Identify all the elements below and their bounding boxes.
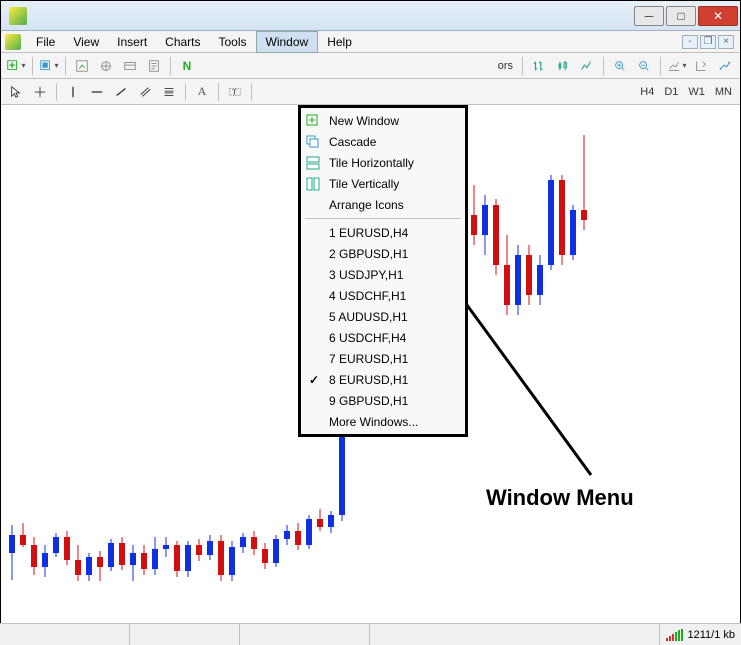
menu-window-label: 5 AUDUSD,H1 — [329, 310, 408, 324]
menu-view[interactable]: View — [64, 32, 108, 52]
toolbar-drawing: A T H4 D1 W1 MN — [1, 79, 740, 105]
market-watch-button[interactable] — [71, 55, 93, 77]
menu-help[interactable]: Help — [318, 32, 361, 52]
menu-window-label: 4 USDCHF,H1 — [329, 289, 406, 303]
new-order-button[interactable]: N — [176, 55, 198, 77]
crosshair-button[interactable] — [29, 81, 51, 103]
menu-separator — [305, 218, 461, 219]
doc-close-button[interactable]: × — [718, 35, 734, 49]
menu-tile-vertically[interactable]: Tile Vertically — [301, 173, 465, 194]
toolbar-main: N ors — [1, 53, 740, 79]
menu-window-3[interactable]: 3 USDJPY,H1 — [301, 264, 465, 285]
chart-shift-button[interactable] — [690, 55, 712, 77]
menu-tools[interactable]: Tools — [210, 32, 256, 52]
menu-window-label: 9 GBPUSD,H1 — [329, 394, 408, 408]
tile-h-icon — [305, 155, 321, 171]
menu-window-8[interactable]: 8 EURUSD,H1 — [301, 369, 465, 390]
titlebar: ─ □ ✕ — [1, 1, 740, 31]
status-cell-4 — [370, 624, 660, 645]
menu-window-label: 6 USDCHF,H4 — [329, 331, 406, 345]
chart-area[interactable]: New Window Cascade Tile Horizontally Til… — [1, 105, 740, 625]
app-icon — [9, 7, 27, 25]
minimize-button[interactable]: ─ — [634, 6, 664, 26]
maximize-button[interactable]: □ — [666, 6, 696, 26]
connection-bars-icon — [666, 629, 683, 641]
menu-window-label: 1 EURUSD,H4 — [329, 226, 408, 240]
status-cell-2 — [130, 624, 240, 645]
window-controls: ─ □ ✕ — [634, 6, 738, 26]
trendline-button[interactable] — [110, 81, 132, 103]
svg-text:T: T — [232, 88, 237, 96]
menu-arrange-icons[interactable]: Arrange Icons — [301, 194, 465, 215]
partial-label: ors — [494, 60, 517, 72]
menubar: File View Insert Charts Tools Window Hel… — [1, 31, 740, 53]
profiles-button[interactable] — [38, 55, 60, 77]
cascade-icon — [305, 134, 321, 150]
horizontal-line-button[interactable] — [86, 81, 108, 103]
status-cell-3 — [240, 624, 370, 645]
menu-window-label: 2 GBPUSD,H1 — [329, 247, 408, 261]
menu-window[interactable]: Window — [256, 31, 319, 53]
menu-window-label: 3 USDJPY,H1 — [329, 268, 403, 282]
timeframe-h4[interactable]: H4 — [636, 86, 658, 98]
menu-charts[interactable]: Charts — [156, 32, 209, 52]
text-button[interactable]: A — [191, 81, 213, 103]
menu-arrange-label: Arrange Icons — [329, 198, 404, 212]
statusbar: 1211/1 kb — [0, 623, 741, 645]
doc-restore-button[interactable]: ❐ — [700, 35, 716, 49]
menu-window-4[interactable]: 4 USDCHF,H1 — [301, 285, 465, 306]
terminal-button[interactable] — [119, 55, 141, 77]
tester-button[interactable] — [143, 55, 165, 77]
status-cell-1 — [0, 624, 130, 645]
bar-chart-button[interactable] — [528, 55, 550, 77]
menu-new-window[interactable]: New Window — [301, 110, 465, 131]
candle-chart-button[interactable] — [552, 55, 574, 77]
menu-tile-h-label: Tile Horizontally — [329, 156, 414, 170]
menu-window-label: 8 EURUSD,H1 — [329, 373, 408, 387]
status-traffic: 1211/1 kb — [687, 629, 735, 641]
menu-more-windows[interactable]: More Windows... — [301, 411, 465, 432]
menu-insert[interactable]: Insert — [108, 32, 156, 52]
menu-tile-horizontally[interactable]: Tile Horizontally — [301, 152, 465, 173]
menu-window-6[interactable]: 6 USDCHF,H4 — [301, 327, 465, 348]
navigator-button[interactable] — [95, 55, 117, 77]
channel-button[interactable] — [134, 81, 156, 103]
menu-cascade[interactable]: Cascade — [301, 131, 465, 152]
menu-new-window-label: New Window — [329, 114, 399, 128]
line-chart-button[interactable] — [576, 55, 598, 77]
fibonacci-button[interactable] — [158, 81, 180, 103]
timeframe-w1[interactable]: W1 — [684, 86, 709, 98]
menu-window-5[interactable]: 5 AUDUSD,H1 — [301, 306, 465, 327]
menu-cascade-label: Cascade — [329, 135, 376, 149]
cursor-button[interactable] — [5, 81, 27, 103]
close-button[interactable]: ✕ — [698, 6, 738, 26]
new-chart-button[interactable] — [5, 55, 27, 77]
zoom-in-button[interactable] — [609, 55, 631, 77]
menu-file[interactable]: File — [27, 32, 64, 52]
menu-window-label: 7 EURUSD,H1 — [329, 352, 408, 366]
app-icon-small — [5, 34, 21, 50]
status-connection: 1211/1 kb — [660, 624, 741, 645]
timeframe-d1[interactable]: D1 — [660, 86, 682, 98]
zoom-out-button[interactable] — [633, 55, 655, 77]
menu-tile-v-label: Tile Vertically — [329, 177, 399, 191]
vertical-line-button[interactable] — [62, 81, 84, 103]
menu-window-7[interactable]: 7 EURUSD,H1 — [301, 348, 465, 369]
menu-window-9[interactable]: 9 GBPUSD,H1 — [301, 390, 465, 411]
new-window-icon — [305, 113, 321, 129]
window-menu-dropdown: New Window Cascade Tile Horizontally Til… — [298, 105, 468, 437]
tile-v-icon — [305, 176, 321, 192]
text-label-button[interactable]: T — [224, 81, 246, 103]
menu-more-label: More Windows... — [329, 415, 418, 429]
menu-window-1[interactable]: 1 EURUSD,H4 — [301, 222, 465, 243]
annotation-label: Window Menu — [486, 485, 634, 511]
menu-window-2[interactable]: 2 GBPUSD,H1 — [301, 243, 465, 264]
indicators-button[interactable] — [714, 55, 736, 77]
auto-scroll-button[interactable] — [666, 55, 688, 77]
document-controls: - ❐ × — [682, 35, 734, 49]
timeframe-mn[interactable]: MN — [711, 86, 736, 98]
doc-minimize-button[interactable]: - — [682, 35, 698, 49]
